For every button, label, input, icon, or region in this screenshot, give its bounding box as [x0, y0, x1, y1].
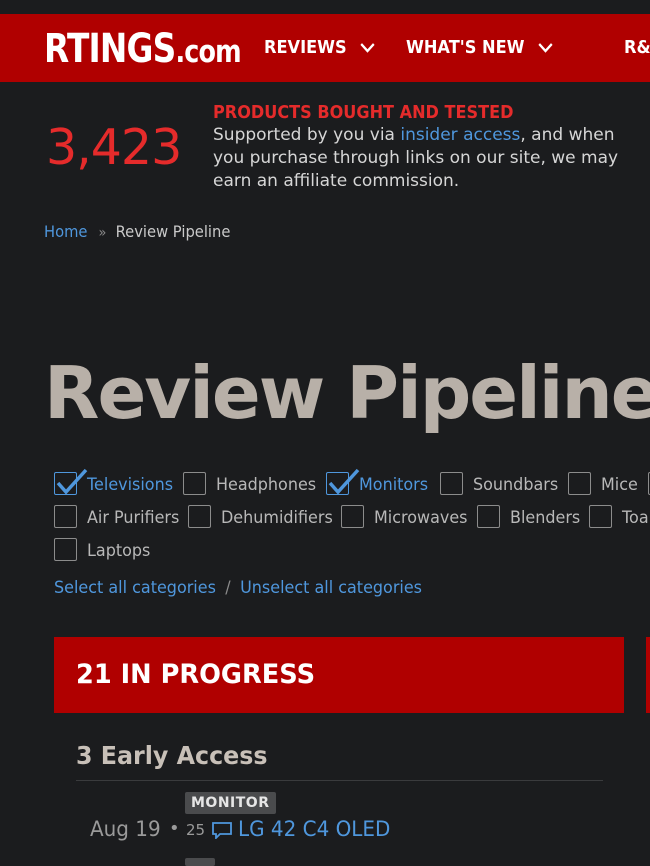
checkmark-icon — [56, 468, 88, 495]
checkbox[interactable] — [589, 505, 612, 528]
logo-suffix: .com — [175, 34, 241, 70]
comment-icon[interactable] — [211, 821, 233, 839]
category-toasters[interactable]: Toa — [589, 504, 650, 532]
category-label: Microwaves — [374, 508, 468, 528]
in-progress-banner: 21 IN PROGRESS — [54, 637, 624, 713]
category-label: Air Purifiers — [87, 508, 180, 528]
checkbox[interactable] — [54, 538, 77, 561]
breadcrumb-home[interactable]: Home — [44, 222, 87, 241]
category-label: Soundbars — [473, 475, 559, 495]
nav-rd-label: R& — [624, 37, 650, 58]
category-label: Toa — [622, 508, 649, 528]
checkbox[interactable] — [188, 505, 211, 528]
breadcrumb-current: Review Pipeline — [115, 222, 231, 241]
site-logo[interactable]: RTINGS.com — [44, 26, 242, 73]
category-label: Dehumidifiers — [221, 508, 333, 528]
item-date: Aug 19 — [90, 817, 161, 841]
support-text-before: Supported by you via — [213, 125, 401, 145]
checkbox[interactable] — [54, 505, 77, 528]
chevron-down-icon — [538, 43, 553, 53]
nav-whats-new-label: WHAT'S NEW — [406, 37, 525, 58]
page-title: Review Pipeline — [44, 351, 650, 435]
checkbox[interactable] — [183, 472, 206, 495]
site-header: RTINGS.com REVIEWS WHAT'S NEW R& — [0, 14, 650, 82]
select-all-link[interactable]: Select all categories — [54, 578, 216, 598]
checkbox[interactable] — [341, 505, 364, 528]
category-label: Televisions — [87, 475, 174, 495]
early-access-heading: 3 Early Access — [76, 741, 268, 770]
category-badge: MONITOR — [185, 792, 276, 814]
next-column-banner-edge — [646, 637, 650, 713]
select-links: Select all categories / Unselect all categ… — [54, 577, 422, 599]
category-label: Laptops — [87, 541, 151, 561]
category-label: Mice — [601, 475, 638, 495]
unselect-all-link[interactable]: Unselect all categories — [240, 578, 422, 598]
logo-main: RTINGS — [44, 26, 176, 72]
breadcrumb: Home » Review Pipeline — [44, 222, 230, 243]
next-item-badge-edge — [185, 858, 215, 866]
top-strip — [0, 0, 650, 14]
item-dot-separator: • — [169, 818, 180, 839]
products-tested-heading: PRODUCTS BOUGHT AND TESTED — [213, 103, 514, 123]
checkmark-icon — [328, 468, 360, 495]
products-tested-count: 3,423 — [46, 119, 182, 176]
checkbox[interactable] — [568, 472, 591, 495]
nav-reviews-label: REVIEWS — [264, 37, 347, 58]
in-progress-title: 21 IN PROGRESS — [76, 659, 316, 690]
category-label: Monitors — [359, 475, 429, 495]
breadcrumb-separator: » — [98, 225, 107, 241]
category-label: Blenders — [510, 508, 581, 528]
nav-reviews[interactable]: REVIEWS — [264, 37, 376, 59]
select-links-separator: / — [225, 578, 231, 598]
insider-access-link[interactable]: insider access — [400, 125, 520, 145]
nav-rd[interactable]: R& — [624, 37, 650, 59]
support-text: Supported by you via insider access, and… — [213, 124, 643, 193]
nav-whats-new[interactable]: WHAT'S NEW — [406, 37, 554, 59]
section-divider — [76, 780, 603, 781]
checkbox[interactable] — [440, 472, 463, 495]
chevron-down-icon — [360, 43, 375, 53]
comment-count: 25 — [186, 821, 206, 839]
checkbox[interactable] — [477, 505, 500, 528]
category-label: Headphones — [216, 475, 317, 495]
product-link[interactable]: LG 42 C4 OLED — [238, 816, 390, 842]
